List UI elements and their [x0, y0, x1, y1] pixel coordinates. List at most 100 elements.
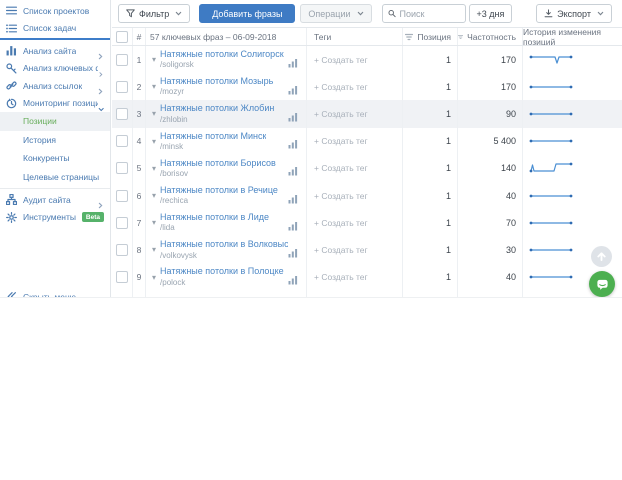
keyword-link[interactable]: Натяжные потолки в Речице: [160, 185, 278, 196]
operations-dropdown[interactable]: Операции: [300, 4, 372, 23]
keyword-url: /lida: [160, 223, 175, 233]
keyword-link[interactable]: Натяжные потолки Борисов: [160, 158, 276, 169]
position-value: 1: [445, 244, 451, 255]
position-value: 1: [445, 190, 451, 201]
keyword-link[interactable]: Натяжные потолки Жлобин: [160, 103, 274, 114]
expand-caret-icon[interactable]: ▾: [152, 273, 156, 282]
frequency-value: 90: [505, 108, 516, 119]
sidebar-item-menu[interactable]: Список проектов: [0, 2, 110, 20]
position-history-sparkline: [529, 162, 573, 173]
filter-icon: [126, 9, 135, 18]
sidebar-subitem[interactable]: История: [0, 131, 110, 150]
sidebar-subitem[interactable]: Позиции: [0, 112, 110, 131]
sidebar-subitem[interactable]: Конкуренты: [0, 149, 110, 168]
row-checkbox[interactable]: [116, 216, 128, 229]
filter-button[interactable]: Фильтр: [118, 4, 191, 23]
keyword-link[interactable]: Натяжные потолки Солигорск: [160, 49, 284, 60]
beta-badge: Beta: [81, 212, 104, 223]
sidebar-subitem[interactable]: Целевые страницы: [0, 168, 110, 187]
row-number: 4: [133, 127, 146, 155]
expand-caret-icon[interactable]: ▾: [152, 191, 156, 200]
create-tag-button[interactable]: + Создать тег: [314, 245, 368, 255]
days-button-label: +3 дня: [476, 8, 505, 19]
sidebar-item-link[interactable]: Анализ ссылок: [0, 77, 110, 95]
position-history-sparkline: [529, 55, 573, 64]
create-tag-button[interactable]: + Создать тег: [314, 218, 368, 228]
position-history-sparkline: [529, 275, 573, 279]
bar-chart-icon[interactable]: [288, 163, 298, 176]
bar-chart-icon[interactable]: [288, 55, 298, 68]
keyword-link[interactable]: Натяжные потолки в Полоцке: [160, 266, 284, 277]
header-frequency[interactable]: Частотность: [467, 32, 516, 42]
chat-widget-button[interactable]: [589, 271, 615, 297]
bar-chart-icon[interactable]: [288, 82, 298, 95]
keyword-link[interactable]: Натяжные потолки в Волковыске: [160, 239, 288, 250]
row-checkbox[interactable]: [116, 162, 128, 175]
expand-caret-icon[interactable]: ▾: [152, 218, 156, 227]
create-tag-button[interactable]: + Создать тег: [314, 163, 368, 173]
row-number: 6: [133, 181, 146, 210]
create-tag-button[interactable]: + Создать тег: [314, 191, 368, 201]
position-history-sparkline: [529, 248, 573, 252]
sort-icon[interactable]: [405, 33, 414, 41]
frequency-value: 5 400: [493, 136, 516, 147]
create-tag-button[interactable]: + Создать тег: [314, 82, 368, 92]
bar-chart-icon[interactable]: [288, 109, 298, 122]
expand-caret-icon[interactable]: ▾: [152, 137, 156, 146]
header-position[interactable]: Позиция: [417, 32, 451, 42]
row-checkbox[interactable]: [116, 53, 128, 66]
keyword-link[interactable]: Натяжные потолки в Лиде: [160, 212, 269, 223]
position-value: 1: [445, 136, 451, 147]
sidebar-item-label: Скрыть меню: [23, 291, 77, 298]
sort-icon[interactable]: [458, 33, 464, 41]
chevron-down-icon: [175, 10, 182, 17]
sidebar-item-key[interactable]: Анализ ключевых фраз: [0, 60, 110, 78]
row-number: 1: [133, 46, 146, 74]
sidebar-item-history[interactable]: Мониторинг позиций: [0, 95, 110, 113]
chat-icon: [596, 279, 608, 290]
select-all-checkbox[interactable]: [116, 30, 128, 43]
expand-caret-icon[interactable]: ▾: [152, 109, 156, 118]
keyword-url: /volkovysk: [160, 250, 197, 260]
create-tag-button[interactable]: + Создать тег: [314, 136, 368, 146]
expand-caret-icon[interactable]: ▾: [152, 82, 156, 91]
row-checkbox[interactable]: [116, 189, 128, 202]
table-row: 8 ▾ Натяжные потолки в Волковыске /volko…: [112, 236, 622, 264]
expand-caret-icon[interactable]: ▾: [152, 55, 156, 64]
row-checkbox[interactable]: [116, 80, 128, 93]
bar-chart-icon[interactable]: [288, 245, 298, 258]
bar-chart-icon[interactable]: [288, 191, 298, 204]
expand-caret-icon[interactable]: ▾: [152, 164, 156, 173]
sidebar-item-gear[interactable]: Инструменты Beta: [0, 209, 110, 227]
frequency-value: 30: [505, 244, 516, 255]
sidebar-item-hide-menu[interactable]: Скрыть меню: [0, 288, 110, 298]
bar-chart-icon[interactable]: [288, 136, 298, 149]
row-checkbox[interactable]: [116, 271, 128, 284]
search-input[interactable]: [399, 8, 460, 19]
days-button[interactable]: +3 дня: [468, 4, 513, 23]
sidebar-divider: [0, 38, 110, 40]
sidebar-item-tasks[interactable]: Список задач: [0, 20, 110, 38]
row-checkbox[interactable]: [116, 243, 128, 256]
keyword-link[interactable]: Натяжные потолки Минск: [160, 131, 266, 142]
sidebar-item-site-analysis[interactable]: Анализ сайта: [0, 42, 110, 60]
keyword-url: /polock: [160, 277, 186, 287]
table-row: 7 ▾ Натяжные потолки в Лиде /lida + Созд…: [112, 209, 622, 237]
row-checkbox[interactable]: [116, 135, 128, 148]
scroll-to-top-button[interactable]: [591, 246, 612, 267]
sidebar-item-audit[interactable]: Аудит сайта: [0, 191, 110, 209]
row-number: 2: [133, 73, 146, 101]
keyword-link[interactable]: Натяжные потолки Мозырь: [160, 76, 273, 87]
add-phrases-button[interactable]: Добавить фразы: [199, 4, 296, 23]
create-tag-button[interactable]: + Создать тег: [314, 272, 368, 282]
create-tag-button[interactable]: + Создать тег: [314, 55, 368, 65]
bar-chart-icon[interactable]: [288, 218, 298, 231]
create-tag-button[interactable]: + Создать тег: [314, 109, 368, 119]
frequency-value: 40: [505, 190, 516, 201]
position-value: 1: [445, 81, 451, 92]
expand-caret-icon[interactable]: ▾: [152, 245, 156, 254]
export-button[interactable]: Экспорт: [536, 4, 612, 23]
bar-chart-icon[interactable]: [288, 272, 298, 285]
frequency-value: 40: [505, 272, 516, 283]
row-checkbox[interactable]: [116, 107, 128, 120]
